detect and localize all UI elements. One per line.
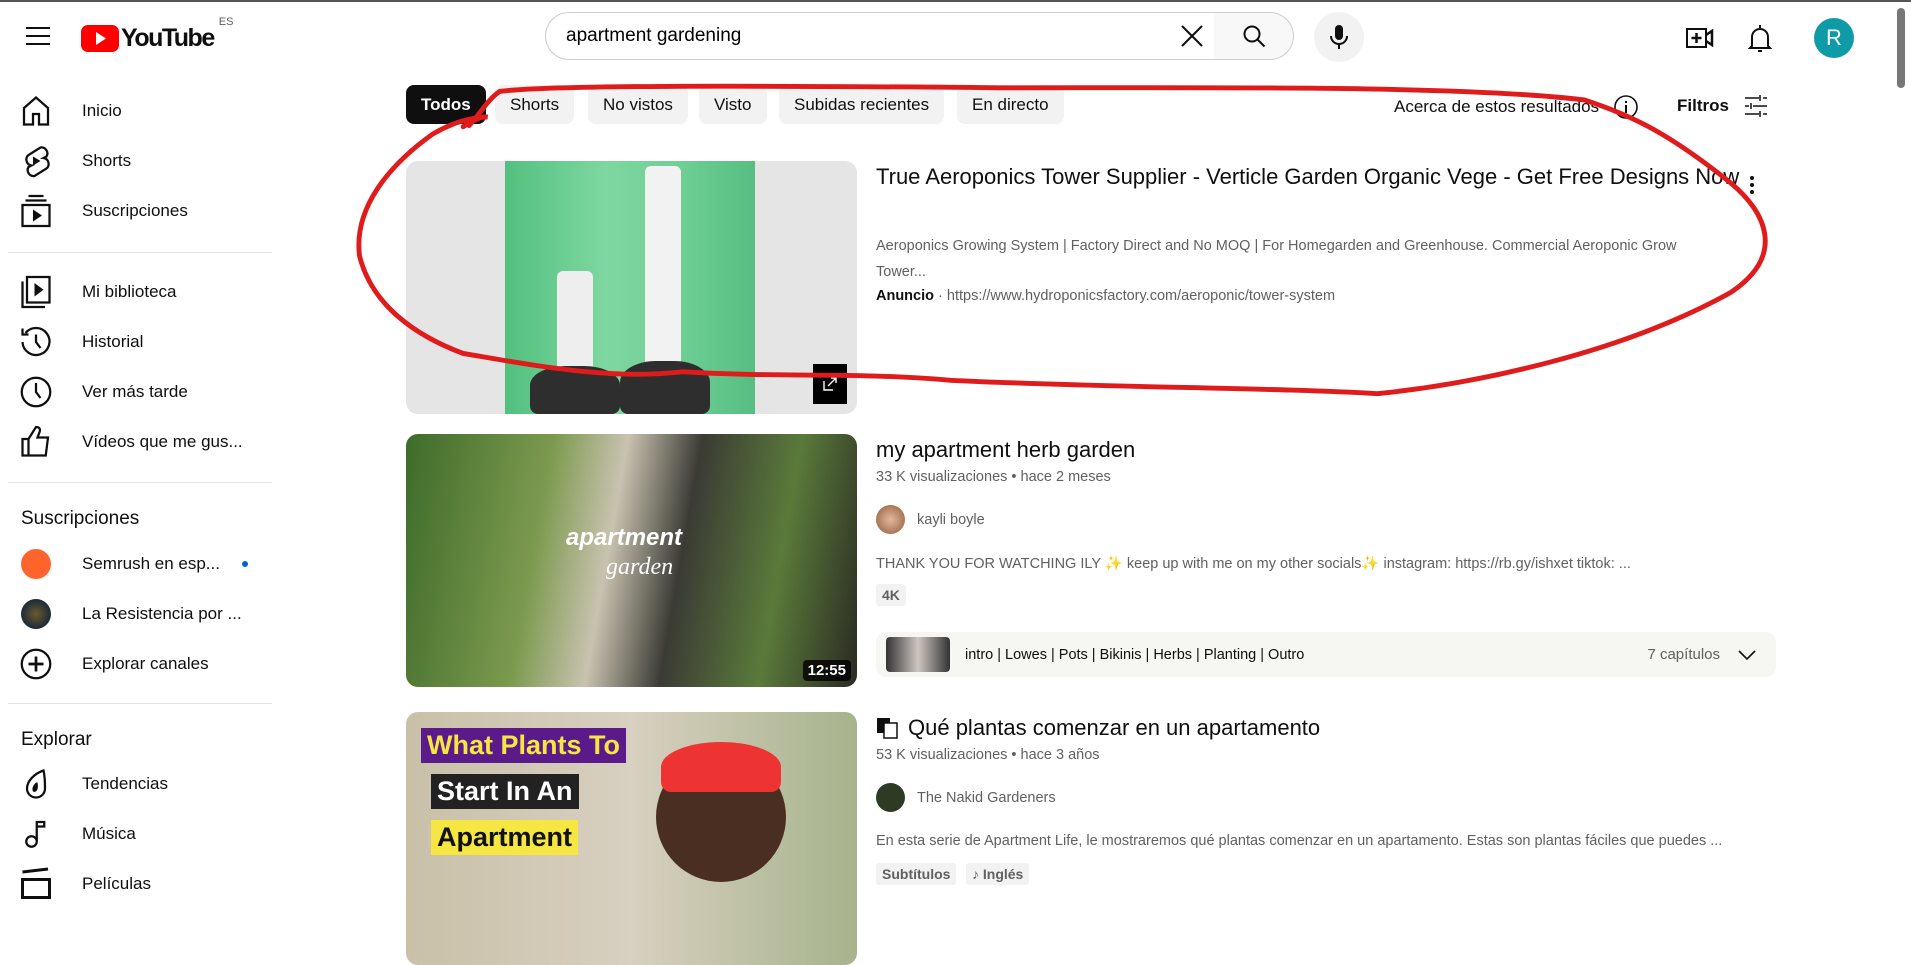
history-icon <box>21 326 51 357</box>
create-icon[interactable] <box>1684 22 1716 54</box>
video-description: En esta serie de Apartment Life, le most… <box>876 833 1723 849</box>
about-results-button[interactable]: Acerca de estos resultados <box>1394 94 1639 120</box>
sidebar-item-suscripciones[interactable]: Suscripciones <box>0 187 272 235</box>
sidebar-item-ver-mas-tarde[interactable]: Ver más tarde <box>0 368 272 416</box>
voice-search-button[interactable] <box>1314 12 1364 62</box>
sidebar-sub-semrush[interactable]: Semrush en esp... <box>0 540 272 588</box>
video-thumbnail[interactable]: apartment garden 12:55 <box>406 434 857 687</box>
chip-no-vistos[interactable]: No vistos <box>588 85 688 124</box>
thumbs-up-icon <box>21 425 50 457</box>
language-badge: ♪ Inglés <box>966 863 1030 885</box>
filters-icon <box>1744 95 1767 117</box>
channel-avatar <box>876 783 905 812</box>
channel-avatar <box>21 599 51 629</box>
trending-icon <box>25 769 47 799</box>
chip-visto[interactable]: Visto <box>699 85 767 124</box>
sidebar-item-tendencias[interactable]: Tendencias <box>0 760 272 808</box>
ad-description: Aeroponics Growing System | Factory Dire… <box>876 238 1677 280</box>
sidebar-item-inicio[interactable]: Inicio <box>0 87 272 135</box>
search-button[interactable] <box>1214 12 1294 60</box>
sidebar-item-shorts[interactable]: Shorts <box>0 137 272 185</box>
sidebar-divider <box>8 703 272 704</box>
video-thumbnail[interactable]: What Plants To Start In An Apartment <box>406 712 857 965</box>
scrollbar-thumb[interactable] <box>1897 8 1905 88</box>
tower-base <box>530 366 620 414</box>
music-icon <box>25 820 46 848</box>
chapters-bar[interactable]: intro | Lowes | Pots | Bikinis | Herbs |… <box>876 632 1776 677</box>
region-code: ES <box>218 16 234 28</box>
clock-icon <box>20 376 52 408</box>
video-description: THANK YOU FOR WATCHING ILY ✨ keep up wit… <box>876 556 1631 572</box>
chip-subidas-recientes[interactable]: Subidas recientes <box>779 85 945 124</box>
library-icon <box>21 275 51 309</box>
explore-heading: Explorar <box>21 729 92 750</box>
tower-image <box>645 166 681 381</box>
chip-todos[interactable]: Todos <box>406 85 486 124</box>
chevron-down-icon[interactable] <box>1738 649 1756 661</box>
movies-icon <box>21 867 51 899</box>
bell-icon[interactable] <box>1744 22 1776 56</box>
hat-image <box>661 742 781 792</box>
duration-badge: 12:55 <box>802 660 851 681</box>
search-icon <box>1243 25 1265 48</box>
sidebar-item-peliculas[interactable]: Películas <box>0 860 272 908</box>
avatar[interactable]: R <box>1814 18 1854 58</box>
ad-image <box>505 161 755 414</box>
video-meta: 53 K visualizaciones • hace 3 años <box>876 747 1100 763</box>
translate-icon <box>877 718 898 739</box>
channel-avatar <box>876 505 905 534</box>
sidebar-divider <box>8 252 272 253</box>
sidebar-item-videos-que-me-gustan[interactable]: Vídeos que me gus... <box>0 418 272 466</box>
channel-avatar <box>21 549 51 579</box>
subtitles-badge: Subtítulos <box>876 863 957 885</box>
menu-icon[interactable] <box>18 16 58 56</box>
youtube-play-icon <box>81 25 119 52</box>
sidebar-sub-la-resistencia[interactable]: La Resistencia por ... <box>0 590 272 638</box>
video-meta: 33 K visualizaciones • hace 2 meses <box>876 469 1111 485</box>
sidebar-divider <box>8 482 272 483</box>
chip-shorts[interactable]: Shorts <box>495 85 575 124</box>
sidebar-item-historial[interactable]: Historial <box>0 318 272 366</box>
channel-link[interactable]: The Nakid Gardeners <box>876 783 1056 812</box>
ad-title[interactable]: True Aeroponics Tower Supplier - Verticl… <box>876 160 1756 193</box>
add-circle-icon <box>20 648 52 680</box>
window-top-border <box>0 0 1911 2</box>
more-options-icon[interactable] <box>1742 170 1762 200</box>
sidebar-explorar-canales[interactable]: Explorar canales <box>0 640 272 688</box>
youtube-logo[interactable]: YouTube ES <box>81 16 233 53</box>
ad-sponsor-line: Anuncio · https://www.hydroponicsfactory… <box>876 288 1336 304</box>
quality-badge: 4K <box>876 584 906 606</box>
search-input[interactable] <box>566 25 1146 47</box>
search-box[interactable] <box>545 12 1215 60</box>
new-content-dot <box>241 561 248 567</box>
info-icon <box>1614 95 1638 119</box>
tower-base <box>620 361 710 414</box>
tower-image <box>557 271 593 381</box>
video-title-row: Qué plantas comenzar en un apartamento <box>876 715 1320 741</box>
video-title[interactable]: my apartment herb garden <box>876 433 1756 466</box>
ad-thumbnail[interactable] <box>406 161 857 414</box>
sidebar-item-musica[interactable]: Música <box>0 810 272 858</box>
chip-en-directo[interactable]: En directo <box>957 85 1064 124</box>
subscriptions-icon <box>21 194 51 228</box>
subscriptions-heading: Suscripciones <box>21 508 140 529</box>
filters-button[interactable]: Filtros <box>1677 94 1769 118</box>
clear-icon[interactable] <box>1170 14 1214 58</box>
external-link-icon[interactable] <box>813 364 847 404</box>
shorts-icon <box>25 146 50 178</box>
ad-url[interactable]: https://www.hydroponicsfactory.com/aerop… <box>947 288 1335 304</box>
chapter-thumbnail <box>886 637 950 672</box>
sidebar-item-mi-biblioteca[interactable]: Mi biblioteca <box>0 268 272 316</box>
video-title[interactable]: Qué plantas comenzar en un apartamento <box>908 715 1320 741</box>
channel-link[interactable]: kayli boyle <box>876 505 985 534</box>
mic-icon <box>1330 25 1348 49</box>
home-icon <box>22 96 50 126</box>
